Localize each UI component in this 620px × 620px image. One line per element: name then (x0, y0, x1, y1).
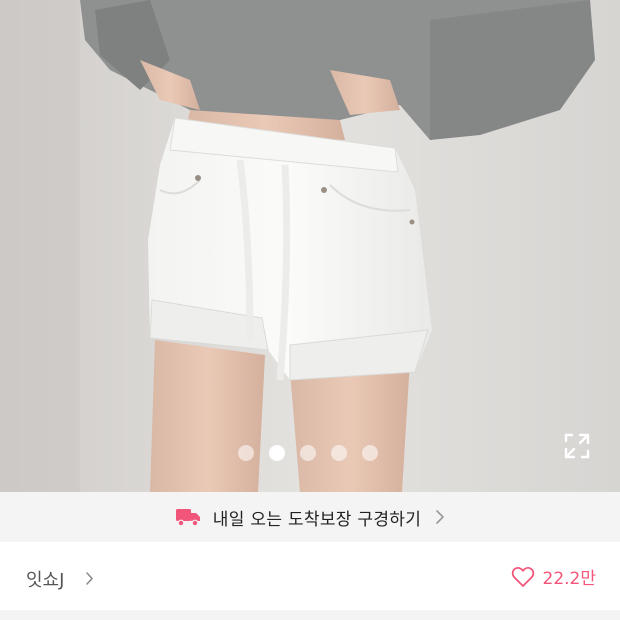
section-divider (0, 610, 620, 620)
like-count: 22.2만 (542, 569, 597, 589)
chevron-right-icon (436, 510, 445, 524)
store-name-link[interactable]: 잇쇼J (26, 566, 64, 592)
store-info-row: 잇쇼J 22.2만 (0, 542, 620, 612)
product-photo (0, 0, 620, 492)
chevron-right-icon[interactable] (85, 572, 94, 585)
carousel-dot[interactable] (331, 445, 347, 461)
carousel-dot-active[interactable] (269, 445, 285, 461)
carousel-dot[interactable] (238, 445, 254, 461)
carousel-dot[interactable] (300, 445, 316, 461)
heart-icon (511, 566, 534, 587)
like-button[interactable]: 22.2만 (511, 564, 597, 589)
carousel-indicator (0, 445, 618, 461)
carousel-dot[interactable] (362, 445, 378, 461)
product-image-carousel[interactable] (0, 0, 620, 492)
delivery-guarantee-banner[interactable]: 내일 오는 도착보장 구경하기 (0, 492, 620, 542)
delivery-truck-icon (175, 509, 200, 527)
banner-label: 내일 오는 도착보장 구경하기 (212, 509, 422, 530)
expand-fullscreen-icon[interactable] (563, 432, 591, 460)
